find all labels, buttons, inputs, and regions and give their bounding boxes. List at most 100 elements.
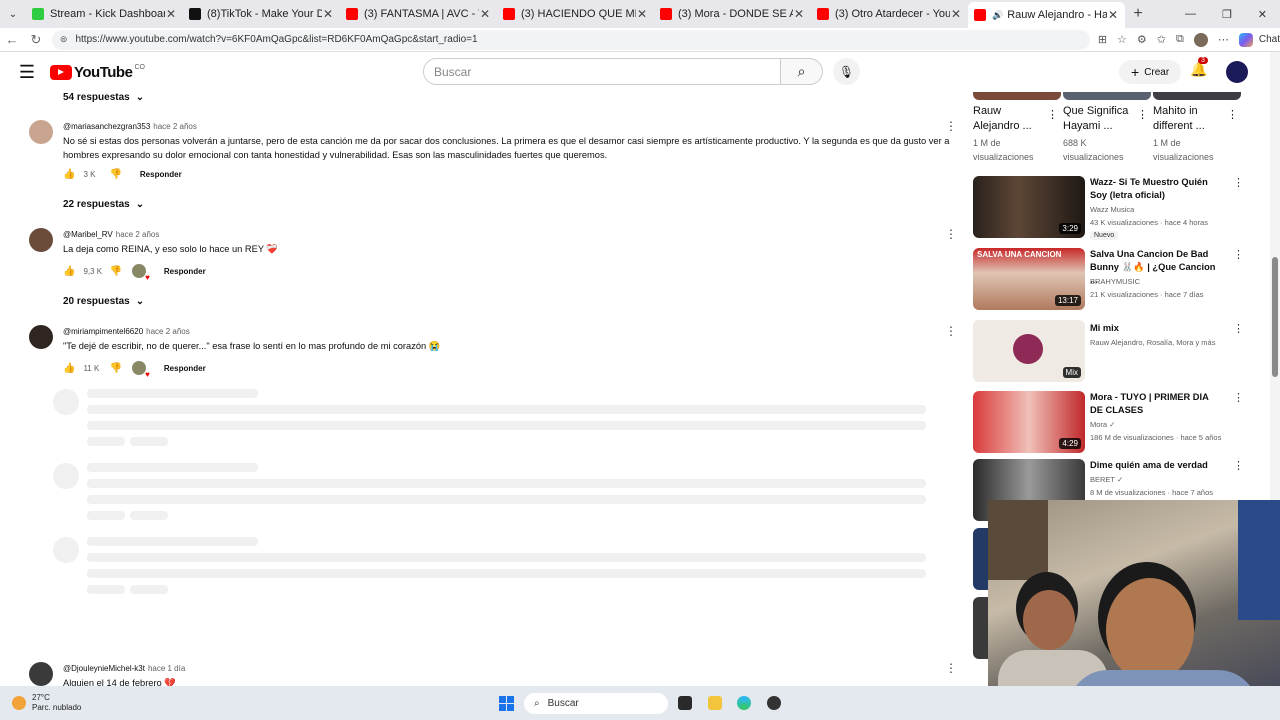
- tab-haciendo[interactable]: (3) HACIENDO QUE ME AMAS - Yo✕: [497, 2, 654, 26]
- tab-list-button[interactable]: ⌄: [0, 0, 26, 28]
- dislike-icon[interactable]: 👎: [109, 169, 121, 180]
- avatar[interactable]: [29, 662, 53, 686]
- menu-icon[interactable]: ☰: [14, 62, 40, 83]
- video-channel[interactable]: Mora ✓: [1090, 418, 1240, 431]
- weather-widget[interactable]: 27°C Parc. nublado: [12, 693, 81, 713]
- account-avatar[interactable]: [1226, 61, 1248, 83]
- mix-thumbnail[interactable]: Mix: [973, 320, 1085, 382]
- taskbar-search[interactable]: ⌕ Buscar: [524, 693, 668, 714]
- video-menu-icon[interactable]: ⋮: [1233, 459, 1244, 472]
- tab-mora[interactable]: (3) Mora - DONDE SE APRENDE A✕: [654, 2, 811, 26]
- windows-start-icon[interactable]: [499, 696, 514, 711]
- tab-otro-atardecer[interactable]: (3) Otro Atardecer - YouTube✕: [811, 2, 968, 26]
- like-icon[interactable]: 👍: [63, 363, 75, 374]
- video-thumbnail[interactable]: 4:29: [973, 391, 1085, 453]
- profile-avatar[interactable]: [1193, 32, 1208, 47]
- comment-menu-icon[interactable]: ⋮: [945, 661, 957, 675]
- video-menu-icon[interactable]: ⋮: [1233, 322, 1244, 335]
- comment-time[interactable]: hace 2 años: [146, 327, 190, 336]
- video-channel[interactable]: BRAHYMUSIC: [1090, 275, 1240, 288]
- close-tab-icon[interactable]: ✕: [322, 7, 334, 21]
- dislike-icon[interactable]: 👎: [109, 266, 121, 277]
- replies-toggle[interactable]: 22 respuestas ⌄: [63, 199, 144, 210]
- speaker-icon[interactable]: 🔊: [992, 10, 1003, 21]
- voice-search-button[interactable]: 🎙: [833, 58, 860, 85]
- video-menu-icon[interactable]: ⋮: [1233, 176, 1244, 189]
- copilot-icon[interactable]: [1238, 32, 1253, 47]
- url-field[interactable]: ⊜ https://www.youtube.com/watch?v=6KF0AmQ…: [51, 29, 1090, 50]
- replies-toggle[interactable]: 20 respuestas ⌄: [63, 296, 144, 307]
- comment-time[interactable]: hace 1 día: [148, 664, 185, 673]
- video-title[interactable]: Mora - TUYO | PRIMER DIA DE CLASES: [1090, 391, 1220, 417]
- video-title[interactable]: Dime quién ama de verdad: [1090, 459, 1220, 472]
- close-tab-icon[interactable]: ✕: [165, 7, 177, 21]
- comment-author[interactable]: @miriampimentel6620: [63, 327, 143, 336]
- tab-rauw-active[interactable]: 🔊 Rauw Alejandro - Hayami Ha✕: [968, 2, 1125, 28]
- like-icon[interactable]: 👍: [63, 266, 75, 277]
- search-input[interactable]: Buscar: [423, 58, 781, 85]
- video-menu-icon[interactable]: ⋮: [1233, 248, 1244, 261]
- close-tab-icon[interactable]: ✕: [950, 7, 962, 21]
- video-channel[interactable]: BERET ✓: [1090, 473, 1240, 486]
- short-title[interactable]: Mahito in different ...: [1153, 104, 1225, 134]
- short-thumbnail[interactable]: [973, 92, 1061, 100]
- create-button[interactable]: + Crear: [1119, 60, 1182, 84]
- short-thumbnail[interactable]: [1153, 92, 1241, 100]
- video-thumbnail[interactable]: 3:29: [973, 176, 1085, 238]
- new-tab-button[interactable]: +: [1125, 5, 1151, 23]
- youtube-logo[interactable]: YouTube CO: [50, 64, 145, 81]
- close-tab-icon[interactable]: ✕: [1107, 8, 1119, 22]
- favorites-icon[interactable]: ✩: [1157, 33, 1166, 46]
- short-menu-icon[interactable]: ⋮: [1047, 108, 1058, 121]
- collections-icon[interactable]: ⧉: [1176, 33, 1184, 46]
- close-tab-icon[interactable]: ✕: [479, 7, 491, 21]
- short-thumbnail[interactable]: [1063, 92, 1151, 100]
- short-title[interactable]: Rauw Alejandro ...: [973, 104, 1045, 134]
- edge-icon[interactable]: [737, 696, 751, 710]
- tab-tiktok[interactable]: (8)TikTok - Make Your Day✕: [183, 2, 340, 26]
- dislike-icon[interactable]: 👎: [109, 363, 121, 374]
- short-menu-icon[interactable]: ⋮: [1137, 108, 1148, 121]
- comment-time[interactable]: hace 2 años: [116, 230, 160, 239]
- avatar[interactable]: [29, 228, 53, 252]
- favorite-star-icon[interactable]: ☆: [1117, 33, 1127, 46]
- notifications-button[interactable]: 🔔 3: [1190, 57, 1208, 78]
- video-channel[interactable]: Wazz Musica: [1090, 203, 1240, 216]
- obs-icon[interactable]: [767, 696, 781, 710]
- close-tab-icon[interactable]: ✕: [636, 7, 648, 21]
- close-tab-icon[interactable]: ✕: [793, 7, 805, 21]
- avatar[interactable]: [29, 325, 53, 349]
- comment-author[interactable]: @Maribel_RV: [63, 230, 113, 239]
- task-view-icon[interactable]: [678, 696, 692, 710]
- short-title[interactable]: Que Significa Hayami ...: [1063, 104, 1135, 134]
- video-thumbnail[interactable]: SALVA UNA CANCION 13:17: [973, 248, 1085, 310]
- avatar[interactable]: [29, 120, 53, 144]
- comment-time[interactable]: hace 2 años: [153, 122, 197, 131]
- video-title[interactable]: Wazz- Si Te Muestro Quién Soy (letra ofi…: [1090, 176, 1220, 202]
- comment-author[interactable]: @DjouleynieMichel-k3t: [63, 664, 145, 673]
- video-menu-icon[interactable]: ⋮: [1233, 391, 1244, 404]
- comment-author[interactable]: @mariasanchezgran353: [63, 122, 150, 131]
- minimize-icon[interactable]: —: [1185, 8, 1196, 21]
- scrollbar-thumb[interactable]: [1272, 257, 1278, 377]
- site-info-icon[interactable]: ⊜: [60, 34, 68, 45]
- file-explorer-icon[interactable]: [708, 696, 722, 710]
- reply-button[interactable]: Responder: [140, 170, 182, 179]
- comment-menu-icon[interactable]: ⋮: [945, 227, 957, 241]
- comment-menu-icon[interactable]: ⋮: [945, 119, 957, 133]
- tab-kick[interactable]: Stream - Kick Dashboard ✕: [26, 2, 183, 26]
- reload-icon[interactable]: ↻: [24, 32, 48, 48]
- more-icon[interactable]: ⋯: [1218, 33, 1229, 46]
- replies-toggle[interactable]: 54 respuestas ⌄: [63, 92, 144, 103]
- close-window-icon[interactable]: ✕: [1258, 8, 1267, 21]
- reply-button[interactable]: Responder: [164, 364, 206, 373]
- extensions-icon[interactable]: ⚙: [1137, 33, 1147, 46]
- short-menu-icon[interactable]: ⋮: [1227, 108, 1238, 121]
- tab-fantasma[interactable]: (3) FANTASMA | AVC - Tainy, Jhay✕: [340, 2, 497, 26]
- app-icon[interactable]: ⊞: [1098, 33, 1107, 46]
- restore-icon[interactable]: ❐: [1222, 8, 1232, 21]
- reply-button[interactable]: Responder: [164, 267, 206, 276]
- chat-button[interactable]: Chat: [1259, 34, 1280, 45]
- video-title[interactable]: Mi mix: [1090, 322, 1220, 335]
- comment-menu-icon[interactable]: ⋮: [945, 324, 957, 338]
